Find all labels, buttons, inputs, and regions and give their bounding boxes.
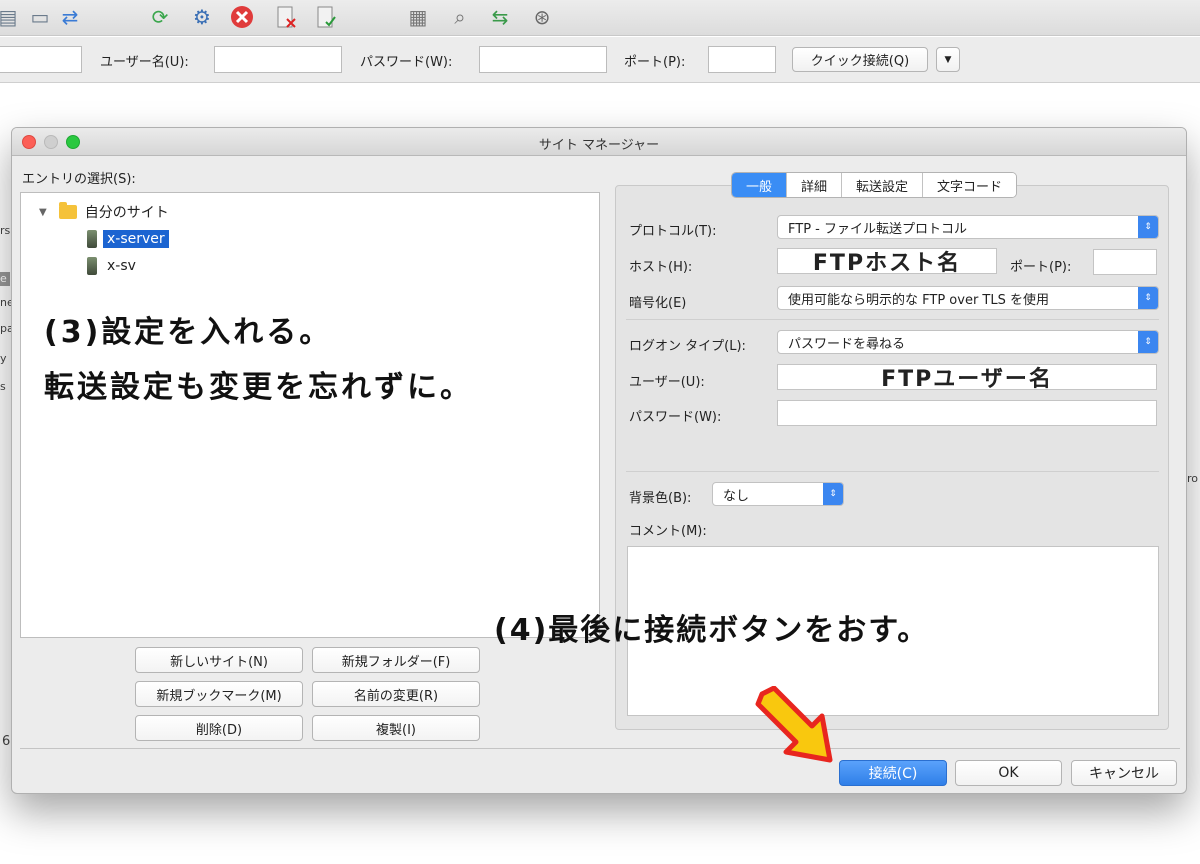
user-input[interactable]: FTPユーザー名 — [777, 364, 1157, 392]
bg-fragment: y — [0, 352, 7, 365]
new-folder-button[interactable]: 新規フォルダー(F) — [312, 647, 480, 673]
quick-connect-dropdown[interactable]: ▼ — [936, 47, 960, 72]
bg-fragment: s — [0, 380, 6, 393]
main-toolbar: ▤ ▭ ⇄ ⟳ ⚙ ▦ ⌕ ⇆ ⊛ — [0, 0, 1200, 36]
annotation-step3-line1: (3)設定を入れる。 — [44, 315, 333, 350]
tab-charset[interactable]: 文字コード — [923, 173, 1017, 197]
ok-button[interactable]: OK — [955, 760, 1062, 786]
cancel-button[interactable]: キャンセル — [1071, 760, 1177, 786]
tab-transfer-settings[interactable]: 転送設定 — [842, 173, 924, 197]
toggle-panels-icon[interactable]: ▭ — [26, 4, 54, 30]
search-icon[interactable]: ⌕ — [446, 4, 474, 30]
host-input[interactable]: FTPホスト名 — [777, 248, 997, 276]
cancel-icon[interactable] — [228, 4, 256, 30]
site-tree[interactable]: ▼ 自分のサイト x-server x-sv — [20, 192, 600, 638]
protocol-select[interactable]: FTP - ファイル転送プロトコル ⇕ — [777, 215, 1159, 239]
disconnect-icon[interactable] — [272, 4, 300, 30]
select-arrow-icon: ⇕ — [1138, 331, 1158, 353]
annotation-step4: (4)最後に接続ボタンをおす。 — [494, 613, 930, 648]
sync-icon[interactable]: ⇆ — [486, 4, 514, 30]
protocol-value: FTP - ファイル転送プロトコル — [788, 221, 967, 237]
refresh-icon[interactable]: ⟳ — [146, 4, 174, 30]
rename-button[interactable]: 名前の変更(R) — [312, 681, 480, 707]
expand-triangle-icon[interactable]: ▼ — [39, 207, 47, 218]
tree-folder-row[interactable]: ▼ 自分のサイト — [39, 201, 169, 223]
tree-site-row[interactable]: x-sv — [87, 255, 136, 277]
user-label: ユーザー(U): — [629, 375, 705, 390]
divider — [20, 748, 1180, 749]
encryption-label: 暗号化(E) — [629, 296, 687, 311]
select-arrow-icon: ⇕ — [1138, 287, 1158, 309]
comment-label: コメント(M): — [629, 524, 707, 539]
folder-label: 自分のサイト — [84, 205, 169, 221]
password-label: パスワード(W): — [360, 55, 453, 70]
new-bookmark-button[interactable]: 新規ブックマーク(M) — [135, 681, 303, 707]
password-input[interactable] — [777, 400, 1157, 426]
new-site-button[interactable]: 新しいサイト(N) — [135, 647, 303, 673]
bg-fragment: 6 — [2, 734, 11, 749]
password-input[interactable] — [479, 46, 607, 73]
host-label: ホスト(H): — [629, 260, 693, 275]
logon-type-label: ログオン タイプ(L): — [629, 339, 746, 354]
folder-icon — [58, 202, 77, 219]
transfer-icon[interactable]: ⇄ — [56, 4, 84, 30]
pointer-arrow-icon — [755, 686, 833, 763]
background-color-select[interactable]: なし ⇕ — [712, 482, 844, 506]
background-color-label: 背景色(B): — [629, 491, 692, 506]
host-input[interactable] — [0, 46, 82, 73]
site-manager-dialog: サイト マネージャー エントリの選択(S): ▼ 自分のサイト x-server… — [11, 127, 1187, 794]
encryption-select[interactable]: 使用可能なら明示的な FTP over TLS を使用 ⇕ — [777, 286, 1159, 310]
filter-icon[interactable]: ⚙ — [188, 4, 216, 30]
dialog-titlebar: サイト マネージャー — [12, 128, 1186, 156]
divider — [626, 319, 1159, 320]
select-arrow-icon: ⇕ — [823, 483, 843, 505]
bg-fragment: rs — [0, 224, 11, 237]
divider — [626, 471, 1159, 472]
connect-button[interactable]: 接続(C) — [839, 760, 947, 786]
protocol-label: プロトコル(T): — [629, 224, 717, 239]
site-label: x-sv — [107, 258, 136, 274]
port-input[interactable] — [708, 46, 776, 73]
entry-select-label: エントリの選択(S): — [22, 172, 136, 187]
background-color-value: なし — [723, 488, 750, 504]
tab-general[interactable]: 一般 — [732, 173, 788, 197]
tab-advanced[interactable]: 詳細 — [787, 173, 843, 197]
logon-type-value: パスワードを尋ねる — [788, 336, 906, 352]
tree-site-row[interactable]: x-server — [87, 228, 169, 250]
quick-connect-bar: ユーザー名(U): パスワード(W): ポート(P): クイック接続(Q) ▼ — [0, 37, 1200, 83]
port-label: ポート(P): — [624, 55, 686, 70]
dialog-title: サイト マネージャー — [538, 138, 660, 153]
settings-tabs: 一般 詳細 転送設定 文字コード — [731, 172, 1018, 198]
site-label-selected: x-server — [103, 230, 169, 248]
bg-fragment: ro — [1187, 472, 1199, 485]
user-label: ユーザー名(U): — [100, 55, 189, 70]
site-manager-icon[interactable]: ▤ — [0, 4, 22, 30]
reconnect-icon[interactable] — [312, 4, 340, 30]
server-icon — [87, 257, 97, 275]
server-icon — [87, 230, 97, 248]
directory-listing-icon[interactable]: ▦ — [404, 4, 432, 30]
annotation-step3-line2: 転送設定も変更を忘れずに。 — [44, 370, 473, 405]
logon-type-select[interactable]: パスワードを尋ねる ⇕ — [777, 330, 1159, 354]
password-label: パスワード(W): — [629, 410, 722, 425]
duplicate-button[interactable]: 複製(I) — [312, 715, 480, 741]
port-input[interactable] — [1093, 249, 1157, 275]
select-arrow-icon: ⇕ — [1138, 216, 1158, 238]
quick-connect-button[interactable]: クイック接続(Q) — [792, 47, 928, 72]
delete-button[interactable]: 削除(D) — [135, 715, 303, 741]
bg-fragment: e — [0, 272, 10, 286]
port-label: ポート(P): — [1010, 260, 1072, 275]
find-icon[interactable]: ⊛ — [528, 4, 556, 30]
user-input[interactable] — [214, 46, 342, 73]
encryption-value: 使用可能なら明示的な FTP over TLS を使用 — [788, 292, 1049, 308]
